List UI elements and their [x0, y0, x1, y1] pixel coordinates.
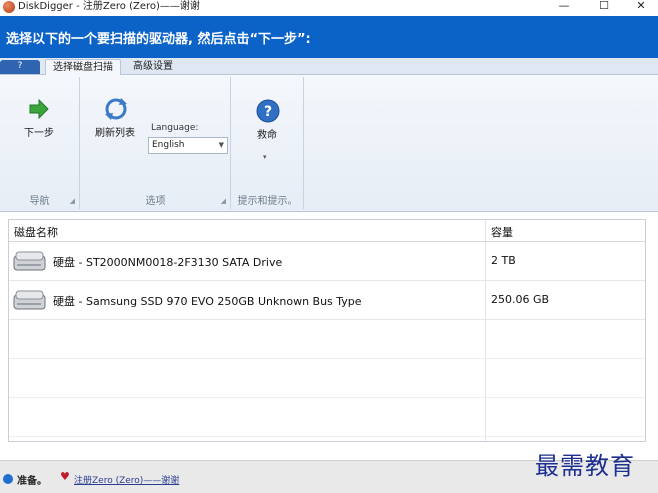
- refresh-icon: [105, 98, 127, 120]
- column-header-capacity[interactable]: 容量: [491, 224, 513, 240]
- window-title: DiskDigger - 注册Zero (Zero)——谢谢: [18, 1, 200, 12]
- status-text: 准备。: [17, 476, 47, 487]
- drive-capacity: 250.06 GB: [491, 293, 550, 306]
- drive-name: 硬盘 - Samsung SSD 970 EVO 250GB Unknown B…: [53, 295, 362, 308]
- next-button-label: 下一步: [24, 128, 54, 139]
- hard-drive-icon: [13, 290, 46, 310]
- tab-advanced-settings[interactable]: 高级设置: [126, 59, 180, 75]
- dialog-launcher-icon[interactable]: ◢: [70, 197, 75, 205]
- tab-select-disk-scan[interactable]: 选择磁盘扫描: [45, 59, 121, 75]
- ribbon-group-tips: ? 救命 ▾ 提示和提示。: [232, 77, 304, 209]
- tab-label: 高级设置: [133, 61, 173, 72]
- heart-icon: ♥: [60, 470, 70, 483]
- help-menu-tab[interactable]: ?: [0, 60, 40, 74]
- help-button-label: 救命: [257, 130, 277, 141]
- group-label-options: 选项: [145, 196, 166, 207]
- group-label-tips: 提示和提示。: [237, 196, 298, 207]
- diskdigger-app-icon: [3, 1, 15, 13]
- disk-list: 磁盘名称 容量 硬盘 - ST2000NM0018-2F3130 SATA Dr…: [8, 219, 646, 442]
- instruction-text: 选择以下的一个要扫描的驱动器, 然后点击“下一步”:: [6, 32, 311, 47]
- refresh-list-button[interactable]: 刷新列表: [91, 95, 141, 143]
- refresh-list-label: 刷新列表: [95, 128, 135, 139]
- close-button[interactable]: ✕: [628, 0, 654, 14]
- empty-row: [9, 398, 645, 437]
- chevron-down-icon: ▼: [218, 141, 224, 149]
- ribbon-panel: 下一步 导航 ◢ 刷新列表 选项 ◢ Language: English ▼ ?…: [0, 75, 658, 212]
- language-label: Language:: [151, 123, 199, 133]
- help-menu-label: ?: [17, 61, 23, 71]
- language-select[interactable]: English ▼: [148, 137, 228, 154]
- maximize-button[interactable]: ☐: [591, 0, 617, 14]
- column-header-disk-name[interactable]: 磁盘名称: [14, 224, 58, 240]
- empty-row: [9, 359, 645, 398]
- tab-label: 选择磁盘扫描: [53, 62, 113, 73]
- minimize-button[interactable]: —: [551, 0, 577, 14]
- next-button[interactable]: 下一步: [10, 97, 68, 143]
- disk-row[interactable]: 硬盘 - Samsung SSD 970 EVO 250GB Unknown B…: [9, 281, 645, 320]
- watermark-text: 最需教育: [535, 452, 635, 480]
- register-link[interactable]: 注册Zero (Zero)——谢谢: [74, 473, 179, 486]
- info-icon: [3, 474, 13, 484]
- drive-capacity: 2 TB: [491, 254, 516, 267]
- language-value: English: [152, 140, 185, 150]
- svg-text:?: ?: [264, 104, 272, 120]
- disk-row[interactable]: 硬盘 - ST2000NM0018-2F3130 SATA Drive 2 TB: [9, 242, 645, 281]
- group-label-navigation: 导航: [29, 196, 50, 207]
- help-question-icon: ?: [256, 99, 280, 123]
- list-header: 磁盘名称 容量: [9, 220, 645, 242]
- instruction-banner: 选择以下的一个要扫描的驱动器, 然后点击“下一步”:: [0, 16, 658, 58]
- title-bar: DiskDigger - 注册Zero (Zero)——谢谢 — ☐ ✕: [0, 0, 658, 16]
- ribbon-tab-strip: ? 选择磁盘扫描 高级设置: [0, 58, 658, 75]
- help-dropdown-arrow-icon[interactable]: ▾: [263, 153, 267, 161]
- hard-drive-icon: [13, 251, 46, 271]
- empty-row: [9, 320, 645, 359]
- ribbon-group-navigation: 下一步 导航 ◢: [0, 77, 80, 209]
- next-arrow-icon: [29, 99, 49, 119]
- help-button[interactable]: ? 救命: [250, 97, 290, 141]
- dialog-launcher-icon[interactable]: ◢: [221, 197, 226, 205]
- drive-name: 硬盘 - ST2000NM0018-2F3130 SATA Drive: [53, 256, 283, 269]
